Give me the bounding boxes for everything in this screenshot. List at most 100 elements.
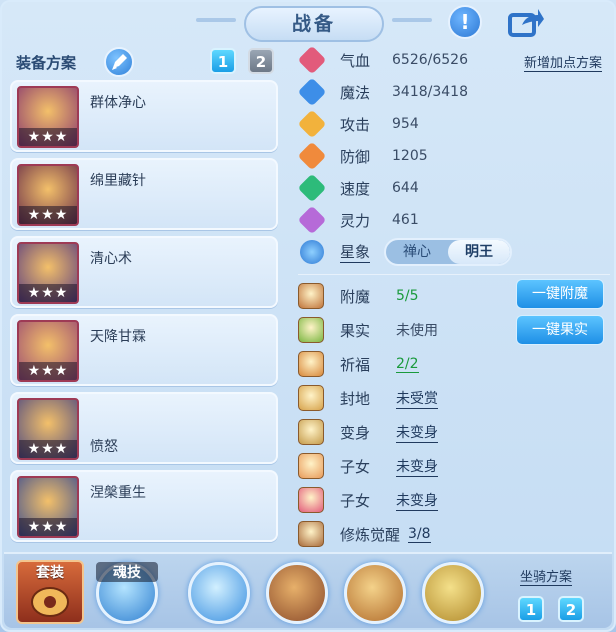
stat-value: 1205: [392, 148, 428, 164]
stat-list: 气血 6526/6526 新增加点方案 魔法 3418/3418 攻击 954 防御 1205 速…: [297, 44, 610, 236]
property-list: 一键附魔 一键果实 附魔 5/5 果实 未使用 祈福 2/2 封地 未受赏 变身 未变身 子女 未变身…: [298, 279, 610, 551]
stat-label: 魔法: [340, 83, 371, 102]
constellation-label[interactable]: 星象: [340, 241, 371, 263]
equip-name: 清心术: [90, 251, 132, 267]
property-icon: [298, 385, 324, 411]
equipment-icon: ★★★: [17, 398, 79, 460]
equip-card[interactable]: ★★★ 清心术: [10, 236, 278, 308]
soul-skill-label: 魂技: [96, 562, 158, 582]
stat-value: 644: [392, 180, 419, 196]
equip-stars: ★★★: [19, 284, 77, 302]
suit-button[interactable]: 套装: [16, 560, 84, 624]
stat-gem-icon: [297, 141, 327, 171]
constellation-toggle[interactable]: 禅心 明王: [384, 238, 513, 266]
equip-plan-button-1[interactable]: 1: [210, 48, 236, 74]
stat-row: 速度 644: [297, 172, 610, 204]
property-value[interactable]: 未变身: [396, 456, 438, 477]
stat-label: 速度: [340, 179, 371, 198]
constellation-option-chanxin[interactable]: 禅心: [386, 240, 448, 264]
stat-label: 灵力: [340, 211, 371, 230]
transform-skill-orb[interactable]: [188, 562, 250, 624]
title-wing-left: [196, 18, 236, 22]
property-icon: [298, 419, 324, 445]
title-wing-right: [392, 18, 432, 22]
stat-value: 6526/6526: [392, 52, 468, 68]
property-label: 封地: [340, 389, 371, 408]
warrior-skill-orb[interactable]: [344, 562, 406, 624]
equip-card[interactable]: ★★★ 天降甘霖: [10, 314, 278, 386]
stats-panel: 气血 6526/6526 新增加点方案 魔法 3418/3418 攻击 954 防御 1205 速…: [297, 44, 610, 551]
equip-stars: ★★★: [19, 362, 77, 380]
property-icon: [298, 453, 324, 479]
equipment-icon: ★★★: [17, 164, 79, 226]
property-row: 子女 未变身: [298, 483, 610, 517]
equip-name: 愤怒: [90, 439, 118, 455]
equip-plan-panel: 装备方案 1 2 ★★★ 群体净心 ★★★ 绵里藏针 ★★★ 清心术 ★★★ 天降甘霖 ★★★ 愤…: [10, 44, 285, 548]
stat-value: 954: [392, 116, 419, 132]
armor-skill-orb[interactable]: [422, 562, 484, 624]
stat-gem-icon: [297, 77, 327, 107]
stat-row: 防御 1205: [297, 140, 610, 172]
equip-name: 群体净心: [90, 95, 146, 111]
equip-stars: ★★★: [19, 518, 77, 536]
stat-gem-icon: [297, 173, 327, 203]
property-icon: [298, 317, 324, 343]
property-label: 果实: [340, 321, 371, 340]
property-label: 附魔: [340, 287, 371, 306]
stat-label: 气血: [340, 51, 371, 70]
property-row: 果实 未使用: [298, 313, 610, 347]
property-label: 变身: [340, 423, 371, 442]
equip-card[interactable]: ★★★ 群体净心: [10, 80, 278, 152]
stat-row: 气血 6526/6526 新增加点方案: [297, 44, 610, 76]
equip-list: ★★★ 群体净心 ★★★ 绵里藏针 ★★★ 清心术 ★★★ 天降甘霖 ★★★ 愤怒 ★★★ 涅槃重生: [10, 80, 285, 542]
equip-card[interactable]: ★★★ 愤怒: [10, 392, 278, 464]
equipment-icon: ★★★: [17, 86, 79, 148]
equip-plan-header: 装备方案 1 2: [10, 44, 285, 80]
equip-plan-title: 装备方案: [16, 54, 77, 72]
mount-plan-title[interactable]: 坐骑方案: [520, 566, 573, 586]
property-row: 变身 未变身: [298, 415, 610, 449]
mount-plan-button-2[interactable]: 2: [558, 596, 584, 622]
exclamation-icon[interactable]: !: [448, 5, 482, 39]
property-label: 祈福: [340, 355, 371, 374]
property-value[interactable]: 未变身: [396, 422, 438, 443]
equip-name: 绵里藏针: [90, 173, 146, 189]
property-value: 5/5: [396, 288, 419, 304]
stat-gem-icon: [297, 45, 327, 75]
property-label: 修炼觉醒: [340, 525, 401, 544]
bottom-bar: 套装 魂技 坐骑方案 1 2: [4, 552, 612, 628]
stat-value: 3418/3418: [392, 84, 468, 100]
page-title: 战备: [244, 6, 384, 42]
property-value[interactable]: 未变身: [396, 490, 438, 511]
property-icon: [298, 283, 324, 309]
share-icon[interactable]: [506, 5, 546, 39]
equipment-icon: ★★★: [17, 320, 79, 382]
stat-label: 防御: [340, 147, 371, 166]
property-label: 子女: [340, 491, 371, 510]
stat-gem-icon: [297, 205, 327, 235]
property-label: 子女: [340, 457, 371, 476]
property-row: 封地 未受赏: [298, 381, 610, 415]
stat-row: 魔法 3418/3418: [297, 76, 610, 108]
property-row: 修炼觉醒 3/8: [298, 517, 610, 551]
add-points-plan-link[interactable]: 新增加点方案: [523, 52, 602, 72]
property-value[interactable]: 未受赏: [396, 388, 438, 409]
equip-plan-button-2[interactable]: 2: [248, 48, 274, 74]
stat-value: 461: [392, 212, 419, 228]
property-value[interactable]: 3/8: [408, 526, 431, 543]
property-value: 未使用: [396, 323, 438, 339]
scroll-skill-orb[interactable]: [266, 562, 328, 624]
edit-pencil-icon[interactable]: [104, 47, 134, 77]
equip-stars: ★★★: [19, 440, 77, 458]
equip-name: 天降甘霖: [90, 329, 146, 345]
property-value[interactable]: 2/2: [396, 356, 419, 373]
equip-name: 涅槃重生: [90, 485, 146, 501]
property-icon: [298, 487, 324, 513]
constellation-row: 星象 禅心 明王: [298, 236, 610, 268]
equip-card[interactable]: ★★★ 绵里藏针: [10, 158, 278, 230]
property-row: 附魔 5/5: [298, 279, 610, 313]
equip-card[interactable]: ★★★ 涅槃重生: [10, 470, 278, 542]
equipment-icon: ★★★: [17, 476, 79, 538]
mount-plan-button-1[interactable]: 1: [518, 596, 544, 622]
constellation-option-mingwang[interactable]: 明王: [448, 240, 511, 264]
